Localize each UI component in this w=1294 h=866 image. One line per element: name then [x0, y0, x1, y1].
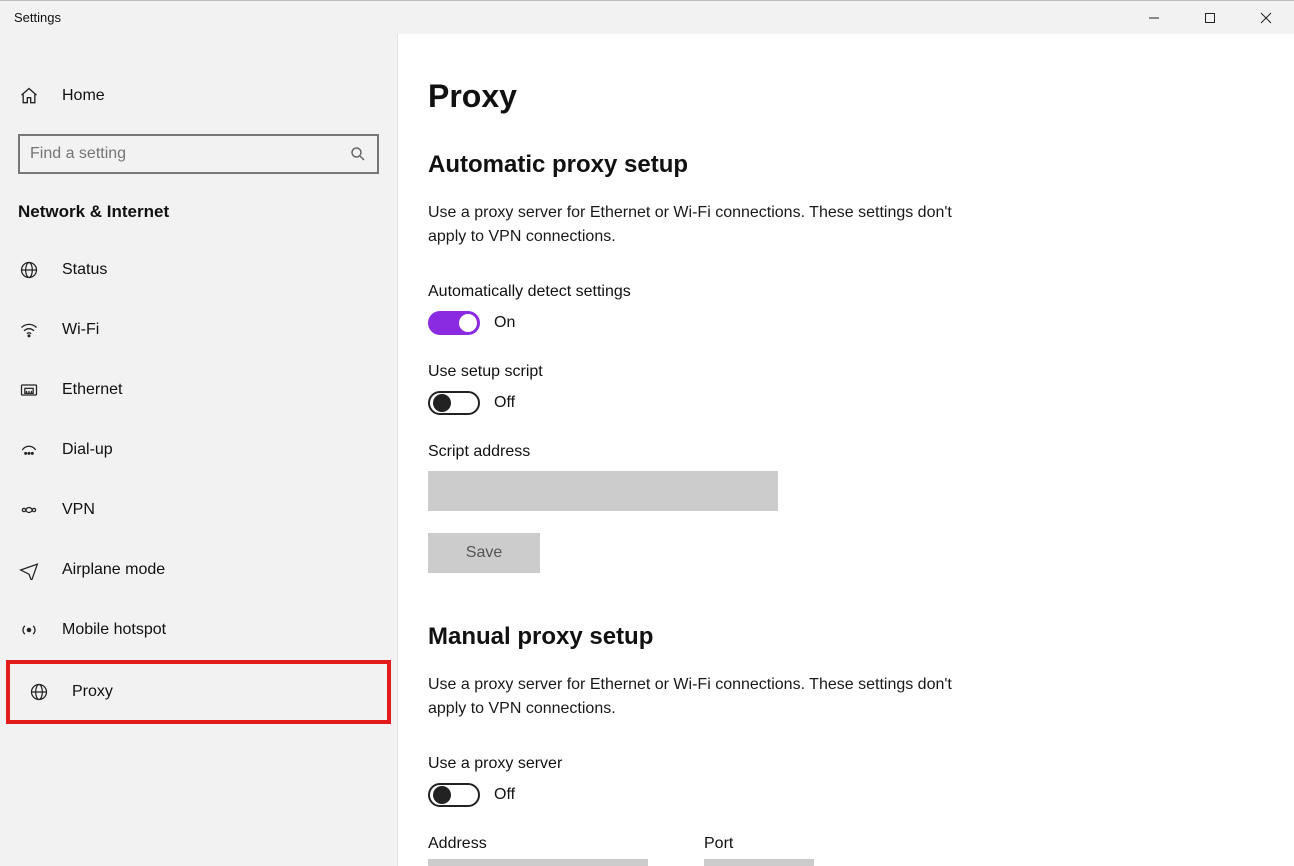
address-label: Address [428, 835, 648, 853]
sidebar-home-label: Home [62, 87, 105, 105]
detect-label: Automatically detect settings [428, 283, 1294, 301]
sidebar-item-airplane[interactable]: Airplane mode [0, 540, 397, 600]
useproxy-state: Off [494, 786, 515, 804]
sidebar: Home Network & Internet Status Wi-Fi [0, 34, 398, 866]
minimize-button[interactable] [1126, 1, 1182, 35]
titlebar: Settings [0, 0, 1294, 34]
script-state: Off [494, 394, 515, 412]
sidebar-item-label: Status [62, 261, 107, 279]
close-button[interactable] [1238, 1, 1294, 35]
useproxy-label: Use a proxy server [428, 755, 1294, 773]
detect-toggle[interactable] [428, 311, 480, 335]
manual-heading: Manual proxy setup [428, 623, 1294, 651]
vpn-icon [18, 500, 40, 520]
search-input[interactable] [18, 134, 379, 174]
highlight-annotation: Proxy [6, 660, 391, 724]
search-field[interactable] [30, 145, 349, 163]
port-label: Port [704, 835, 814, 853]
window-title: Settings [0, 10, 61, 25]
script-address-input[interactable] [428, 471, 778, 511]
auto-heading: Automatic proxy setup [428, 151, 1294, 179]
ethernet-icon [18, 380, 40, 400]
sidebar-item-ethernet[interactable]: Ethernet [0, 360, 397, 420]
port-input[interactable] [704, 859, 814, 866]
sidebar-item-status[interactable]: Status [0, 240, 397, 300]
sidebar-section-title: Network & Internet [0, 194, 397, 240]
sidebar-item-label: Wi-Fi [62, 321, 99, 339]
useproxy-toggle[interactable] [428, 783, 480, 807]
address-input[interactable] [428, 859, 648, 866]
script-toggle[interactable] [428, 391, 480, 415]
manual-description: Use a proxy server for Ethernet or Wi-Fi… [428, 673, 968, 721]
wifi-icon [18, 320, 40, 340]
sidebar-item-dialup[interactable]: Dial-up [0, 420, 397, 480]
script-label: Use setup script [428, 363, 1294, 381]
script-address-label: Script address [428, 443, 1294, 461]
sidebar-item-label: Dial-up [62, 441, 113, 459]
sidebar-item-label: Proxy [72, 683, 113, 701]
sidebar-item-label: Ethernet [62, 381, 122, 399]
sidebar-item-label: Airplane mode [62, 561, 165, 579]
close-icon [1260, 12, 1272, 24]
content: Proxy Automatic proxy setup Use a proxy … [398, 34, 1294, 866]
sidebar-item-label: Mobile hotspot [62, 621, 166, 639]
sidebar-item-vpn[interactable]: VPN [0, 480, 397, 540]
sidebar-item-proxy[interactable]: Proxy [10, 664, 387, 720]
sidebar-item-hotspot[interactable]: Mobile hotspot [0, 600, 397, 660]
page-title: Proxy [428, 78, 1294, 115]
sidebar-item-wifi[interactable]: Wi-Fi [0, 300, 397, 360]
maximize-icon [1204, 12, 1216, 24]
globe-icon [28, 682, 50, 702]
search-icon [349, 145, 367, 163]
sidebar-home[interactable]: Home [0, 66, 397, 126]
maximize-button[interactable] [1182, 1, 1238, 35]
hotspot-icon [18, 620, 40, 640]
sidebar-item-label: VPN [62, 501, 95, 519]
save-button[interactable]: Save [428, 533, 540, 573]
minimize-icon [1148, 12, 1160, 24]
detect-state: On [494, 314, 515, 332]
globe-icon [18, 260, 40, 280]
home-icon [18, 86, 40, 106]
dialup-icon [18, 440, 40, 460]
auto-description: Use a proxy server for Ethernet or Wi-Fi… [428, 201, 968, 249]
airplane-icon [18, 560, 40, 580]
